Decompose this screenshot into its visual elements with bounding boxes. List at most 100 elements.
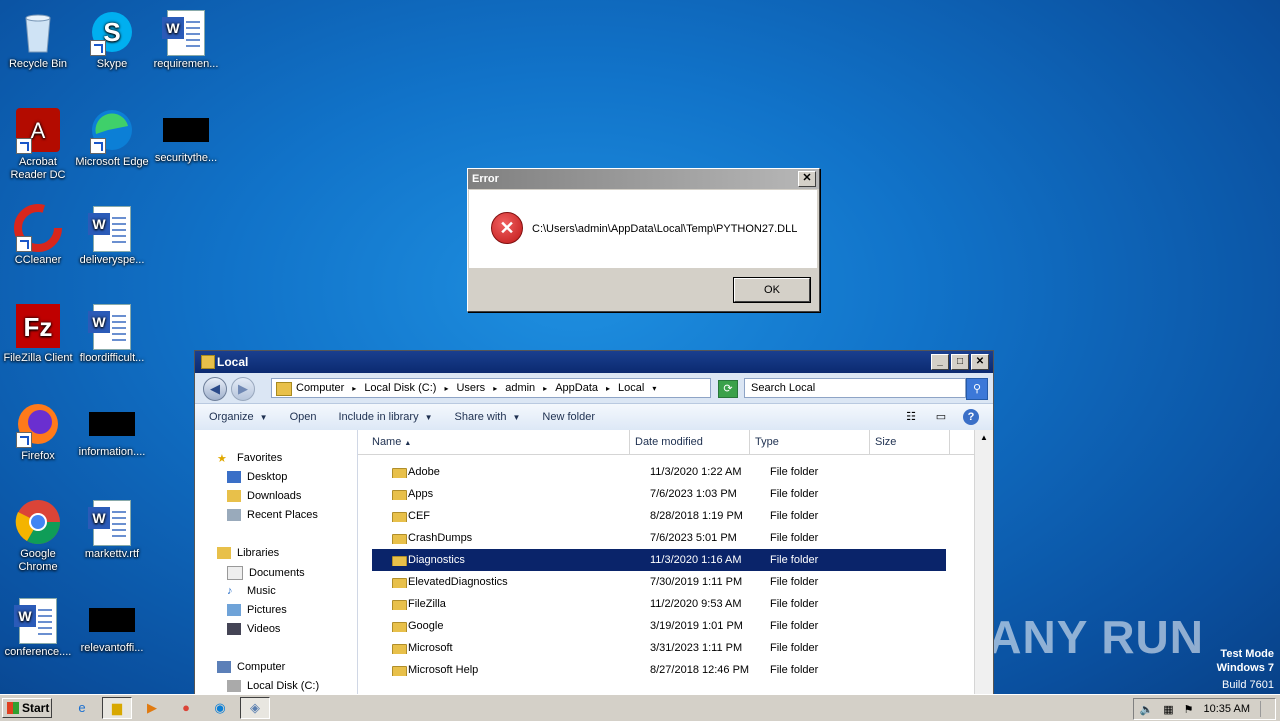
- table-row[interactable]: Apps 7/6/2023 1:03 PM File folder: [358, 483, 975, 505]
- show-desktop-button[interactable]: [1260, 701, 1269, 717]
- new-folder-button[interactable]: New folder: [542, 411, 595, 423]
- chrome-taskbar-icon[interactable]: ●: [172, 698, 200, 718]
- column-type[interactable]: Type: [750, 430, 870, 454]
- desktop-icon-label: Microsoft Edge: [75, 156, 149, 168]
- column-name[interactable]: Name ▲: [358, 430, 630, 454]
- ok-button[interactable]: OK: [733, 277, 811, 303]
- organize-button[interactable]: Organize ▼: [209, 411, 268, 423]
- desktop-icon-edge[interactable]: Microsoft Edge: [74, 106, 150, 169]
- star-icon: ★: [217, 453, 227, 465]
- nav-libraries[interactable]: Libraries: [217, 547, 279, 559]
- forward-button[interactable]: ▶: [231, 377, 255, 401]
- desktop-icon-filezilla[interactable]: Fz FileZilla Client: [0, 302, 76, 365]
- table-row[interactable]: Adobe 11/3/2020 1:22 AM File folder: [358, 461, 975, 483]
- table-row[interactable]: CEF 8/28/2018 1:19 PM File folder: [358, 505, 975, 527]
- desktop-icon-recycle-bin[interactable]: Recycle Bin: [0, 8, 76, 71]
- chevron-right-icon[interactable]: ▸: [606, 384, 610, 393]
- start-button[interactable]: Start: [2, 698, 52, 718]
- dialog-titlebar[interactable]: Error ✕: [468, 169, 819, 189]
- action-center-flag-icon[interactable]: ⚑: [1184, 703, 1194, 716]
- drive-icon: [227, 680, 241, 692]
- chevron-right-icon[interactable]: ▸: [352, 384, 356, 393]
- vertical-scrollbar[interactable]: ▲: [974, 430, 993, 695]
- breadcrumb[interactable]: Computer ▸ Local Disk (C:) ▸ Users ▸ admin ▸…: [271, 378, 711, 398]
- nav-videos[interactable]: Videos: [227, 623, 280, 635]
- table-row[interactable]: Microsoft Help 8/27/2018 12:46 PM File fol…: [358, 659, 975, 681]
- include-in-library-button[interactable]: Include in library ▼: [338, 411, 432, 423]
- computer-icon: [217, 661, 231, 673]
- preview-pane-icon[interactable]: ▭: [933, 409, 949, 425]
- refresh-button[interactable]: ⟳: [718, 380, 738, 398]
- column-date-modified[interactable]: Date modified: [630, 430, 750, 454]
- folder-icon: [276, 382, 292, 396]
- search-input[interactable]: Search Local: [744, 378, 966, 398]
- media-player-taskbar-icon[interactable]: ▶: [138, 698, 166, 718]
- scroll-up-icon[interactable]: ▲: [975, 430, 993, 446]
- chevron-down-icon[interactable]: ▾: [652, 384, 656, 393]
- folder-icon: [392, 600, 407, 610]
- table-row[interactable]: Microsoft 3/31/2023 1:11 PM File folder: [358, 637, 975, 659]
- network-icon[interactable]: ▦: [1163, 703, 1173, 716]
- nav-local-disk[interactable]: Local Disk (C:): [227, 680, 319, 692]
- desktop-icon-floordifficult[interactable]: floordifficult...: [74, 302, 150, 365]
- desktop-icon-requiremen[interactable]: requiremen...: [148, 8, 224, 71]
- taskbar: Start e ▆ ▶ ● ◉ ◈ 🔈 ▦ ⚑ 10:35 AM: [0, 694, 1280, 721]
- nav-downloads[interactable]: Downloads: [227, 490, 301, 502]
- desktop-icon-securitythe[interactable]: securitythe...: [148, 106, 224, 165]
- dialog-body: ✕ C:\Users\admin\AppData\Local\Temp\PYTH…: [469, 190, 817, 268]
- minimize-button[interactable]: _: [931, 354, 949, 370]
- volume-icon[interactable]: 🔈: [1140, 703, 1154, 716]
- desktop-icon-relevantoffi[interactable]: relevantoffi...: [74, 596, 150, 655]
- desktop-icon-information[interactable]: information....: [74, 400, 150, 459]
- search-icon[interactable]: ⚲: [966, 378, 988, 400]
- nav-computer[interactable]: Computer: [217, 661, 285, 673]
- chevron-right-icon[interactable]: ▸: [543, 384, 547, 393]
- desktop-icon-conference[interactable]: conference....: [0, 596, 76, 659]
- desktop-icon-chrome[interactable]: Google Chrome: [0, 498, 76, 574]
- dialog-close-button[interactable]: ✕: [798, 171, 816, 187]
- nav-favorites[interactable]: ★ Favorites: [217, 452, 282, 465]
- breadcrumb-local[interactable]: Local: [618, 382, 644, 394]
- table-row[interactable]: FileZilla 11/2/2020 9:53 AM File folder: [358, 593, 975, 615]
- skype-icon: S: [88, 8, 136, 56]
- nav-pictures[interactable]: Pictures: [227, 604, 287, 616]
- close-button[interactable]: ✕: [971, 354, 989, 370]
- chevron-right-icon[interactable]: ▸: [493, 384, 497, 393]
- breadcrumb-computer[interactable]: Computer: [296, 382, 344, 394]
- desktop-icon-firefox[interactable]: Firefox: [0, 400, 76, 463]
- open-button[interactable]: Open: [290, 411, 317, 423]
- edge-taskbar-icon[interactable]: ◉: [206, 698, 234, 718]
- back-button[interactable]: ◀: [203, 377, 227, 401]
- navigation-pane: ★ Favorites Desktop Downloads Recent Plac…: [195, 430, 358, 695]
- desktop-icon-deliveryspe[interactable]: deliveryspe...: [74, 204, 150, 267]
- breadcrumb-appdata[interactable]: AppData: [555, 382, 598, 394]
- table-row-selected[interactable]: Diagnostics 11/3/2020 1:16 AM File folder: [358, 549, 975, 571]
- explorer-titlebar[interactable]: Local _ □ ✕: [195, 351, 993, 373]
- table-row[interactable]: Google 3/19/2019 1:01 PM File folder: [358, 615, 975, 637]
- breadcrumb-local-disk[interactable]: Local Disk (C:): [364, 382, 436, 394]
- app-taskbar-icon[interactable]: ◈: [240, 697, 270, 719]
- help-icon[interactable]: ?: [963, 409, 979, 425]
- videos-icon: [227, 623, 241, 635]
- breadcrumb-admin[interactable]: admin: [505, 382, 535, 394]
- error-message: C:\Users\admin\AppData\Local\Temp\PYTHON…: [532, 223, 798, 235]
- nav-documents[interactable]: Documents: [227, 566, 305, 580]
- breadcrumb-users[interactable]: Users: [456, 382, 485, 394]
- table-row[interactable]: ElevatedDiagnostics 7/30/2019 1:11 PM File…: [358, 571, 975, 593]
- desktop-icon-skype[interactable]: S Skype: [74, 8, 150, 71]
- column-size[interactable]: Size: [870, 430, 950, 454]
- chevron-right-icon[interactable]: ▸: [444, 384, 448, 393]
- nav-music[interactable]: ♪ Music: [227, 585, 276, 597]
- table-row[interactable]: CrashDumps 7/6/2023 5:01 PM File folder: [358, 527, 975, 549]
- desktop-icon-ccleaner[interactable]: CCleaner: [0, 204, 76, 267]
- nav-desktop[interactable]: Desktop: [227, 471, 287, 483]
- ie-taskbar-icon[interactable]: e: [68, 698, 96, 718]
- view-options-icon[interactable]: ☷: [903, 409, 919, 425]
- desktop-icon-acrobat[interactable]: A Acrobat Reader DC: [0, 106, 76, 182]
- maximize-button[interactable]: □: [951, 354, 969, 370]
- nav-recent-places[interactable]: Recent Places: [227, 509, 318, 521]
- clock[interactable]: 10:35 AM: [1204, 703, 1250, 715]
- share-with-button[interactable]: Share with ▼: [455, 411, 521, 423]
- desktop-icon-markettv[interactable]: markettv.rtf: [74, 498, 150, 561]
- explorer-taskbar-icon[interactable]: ▆: [102, 697, 132, 719]
